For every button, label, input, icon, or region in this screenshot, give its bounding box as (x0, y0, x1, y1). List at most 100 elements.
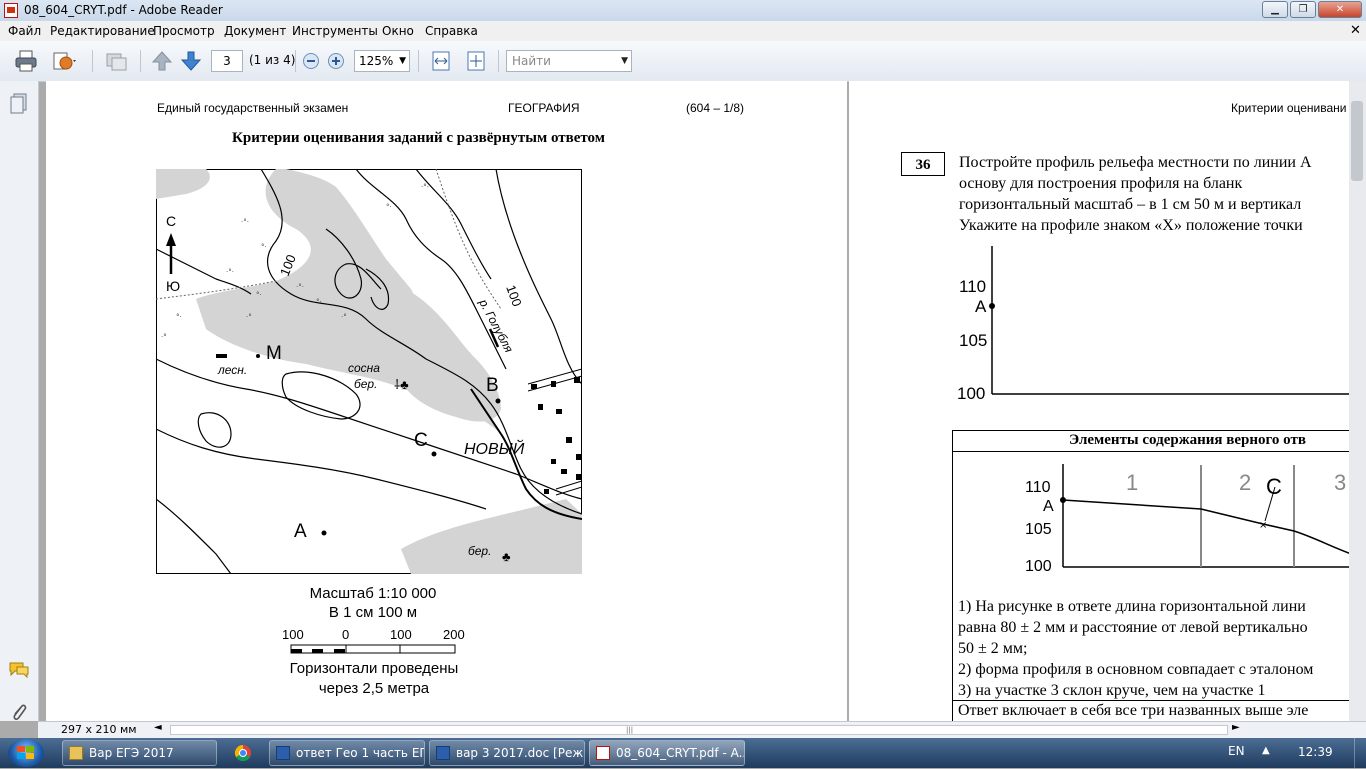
scale-tick-label: 100 (282, 627, 304, 642)
document-page-left: Единый государственный экзамен ГЕОГРАФИЯ… (46, 81, 847, 721)
fit-page-icon[interactable] (463, 48, 489, 74)
next-page-icon[interactable] (178, 48, 204, 74)
chrome-icon (234, 744, 251, 762)
page-heading: Критерии оценивания заданий с развёрнуты… (232, 130, 605, 146)
toolbar: 3 (1 из 4) 125% ▼ Найти ▼ (0, 41, 1366, 82)
task-text-line: Постройте профиль рельефа местности по л… (959, 154, 1312, 171)
comments-icon[interactable] (8, 661, 30, 679)
page-size-label: 297 x 210 мм (61, 723, 137, 736)
point-a-label: А (294, 521, 307, 542)
title-bar: 08_604_CRYT.pdf - Adobe Reader ▁ ❐ ✕ (0, 0, 1366, 21)
language-indicator[interactable]: EN (1228, 744, 1245, 758)
task-text-line: Укажите на профиле знаком «Х» положение … (959, 217, 1303, 234)
print-icon[interactable] (13, 48, 39, 74)
taskbar-item-chrome[interactable] (228, 741, 258, 765)
fit-width-icon[interactable] (428, 48, 454, 74)
find-input[interactable]: Найти ▼ (506, 50, 632, 72)
criteria-line: равна 80 ± 2 мм и расстояние от левой ве… (958, 619, 1308, 636)
chevron-down-icon: ▼ (399, 56, 406, 66)
word-icon (276, 746, 290, 760)
chevron-down-icon: ▼ (621, 56, 628, 66)
toolbar-separator (92, 50, 93, 72)
menu-edit[interactable]: Редактирование (50, 24, 155, 38)
taskbar-item-word-2[interactable]: вар 3 2017.doc [Реж... (429, 740, 585, 766)
menu-document[interactable]: Документ (224, 24, 286, 38)
scale-tick-label: 200 (443, 627, 465, 642)
start-button[interactable] (8, 739, 44, 767)
svg-text:·°·: ·°· (421, 183, 429, 191)
toolbar-separator (418, 50, 419, 72)
birch-label: бер. (468, 544, 491, 558)
forestry-symbol (216, 354, 227, 358)
document-page-right: Критерии оценивани 36 Постройте профиль … (849, 81, 1366, 721)
attachments-icon[interactable] (9, 701, 29, 725)
vertical-scrollbar[interactable] (1349, 81, 1366, 721)
pdf-app-icon (4, 3, 18, 18)
y-tick-label: 105 (959, 331, 988, 350)
menu-view[interactable]: Просмотр (153, 24, 215, 38)
scale-tick-label: 0 (342, 627, 350, 642)
point-b-marker (495, 398, 501, 404)
menu-window[interactable]: Окно (382, 24, 414, 38)
south-label: Ю (166, 278, 180, 294)
criteria-line: 1) На рисунке в ответе длина горизонталь… (958, 598, 1306, 615)
taskbar-item-word-1[interactable]: ответ Гео 1 часть ЕГ... (269, 740, 425, 766)
show-desktop-button[interactable] (1354, 738, 1366, 768)
scale-subtitle: В 1 см 100 м (328, 604, 418, 621)
zoom-select[interactable]: 125% ▼ (354, 50, 410, 72)
y-tick-label: 110 (1025, 479, 1051, 496)
zoom-out-icon[interactable] (302, 52, 320, 70)
page-header-code: (604 – 1/8) (686, 101, 745, 115)
table-header: Элементы содержания верного отв (1069, 432, 1306, 448)
folder-icon (69, 746, 83, 760)
contour-interval-value: через 2,5 метра (318, 680, 430, 697)
taskbar: Вар ЕГЭ 2017 ответ Гео 1 часть ЕГ... вар… (0, 738, 1366, 768)
section-label: 3 (1334, 470, 1347, 495)
close-button[interactable]: ✕ (1318, 1, 1362, 18)
menu-help[interactable]: Справка (425, 24, 478, 38)
table-divider (952, 451, 1366, 452)
task-number: 36 (901, 152, 945, 176)
toolbar-separator (498, 50, 499, 72)
windows-logo-icon (17, 746, 34, 759)
word-icon (436, 746, 450, 760)
svg-text:·°·: ·°· (241, 218, 249, 226)
scrollbar-thumb[interactable] (1351, 101, 1363, 181)
menu-bar: Файл Редактирование Просмотр Документ Ин… (0, 21, 1366, 42)
pages-panel-icon[interactable] (10, 93, 28, 115)
birch-label: бер. (354, 377, 377, 391)
menu-file[interactable]: Файл (8, 24, 41, 38)
svg-text:·°: ·° (341, 313, 347, 321)
point-a-label: А (1043, 498, 1054, 515)
chevron-right-icon[interactable]: ► (1232, 722, 1240, 733)
zoom-in-icon[interactable] (327, 52, 345, 70)
svg-text:·°·: ·°· (296, 283, 304, 291)
close-document-icon[interactable]: ✕ (1350, 23, 1361, 38)
collaborate-icon[interactable] (103, 48, 129, 74)
y-tick-label: 110 (959, 277, 987, 296)
y-tick-label: 100 (1025, 558, 1052, 575)
status-bar: 297 x 210 мм ◄ ||| ► (38, 721, 1366, 739)
chevron-left-icon[interactable]: ◄ (154, 722, 162, 733)
svg-text:·°·: ·°· (226, 268, 234, 276)
svg-text:°·: °· (386, 203, 392, 211)
menu-tools[interactable]: Инструменты (292, 24, 378, 38)
restore-button[interactable]: ❐ (1290, 1, 1316, 18)
previous-page-icon[interactable] (149, 48, 175, 74)
tray-expand-icon[interactable]: ▲ (1262, 745, 1270, 756)
horizontal-scrollbar[interactable]: ||| (170, 725, 1228, 735)
north-label: С (166, 213, 176, 229)
page-header-criteria: Критерии оценивани (1231, 101, 1347, 115)
taskbar-item-folder[interactable]: Вар ЕГЭ 2017 (62, 740, 217, 766)
minimize-button[interactable]: ▁ (1262, 1, 1288, 18)
toolbar-separator (140, 50, 141, 72)
village-label: НОВЫЙ (464, 439, 525, 458)
scale-tick-label: 100 (390, 627, 412, 642)
page-number-input[interactable]: 3 (211, 50, 243, 72)
taskbar-item-adobe-reader[interactable]: 08_604_CRYT.pdf - A... (589, 740, 745, 766)
criteria-line: 3) на участке 3 склон круче, чем на учас… (958, 682, 1266, 699)
point-a-label: А (975, 297, 987, 316)
clock[interactable]: 12:39 (1298, 745, 1333, 759)
scrollbar-grip[interactable]: ||| (626, 727, 646, 734)
share-icon[interactable] (50, 48, 76, 74)
